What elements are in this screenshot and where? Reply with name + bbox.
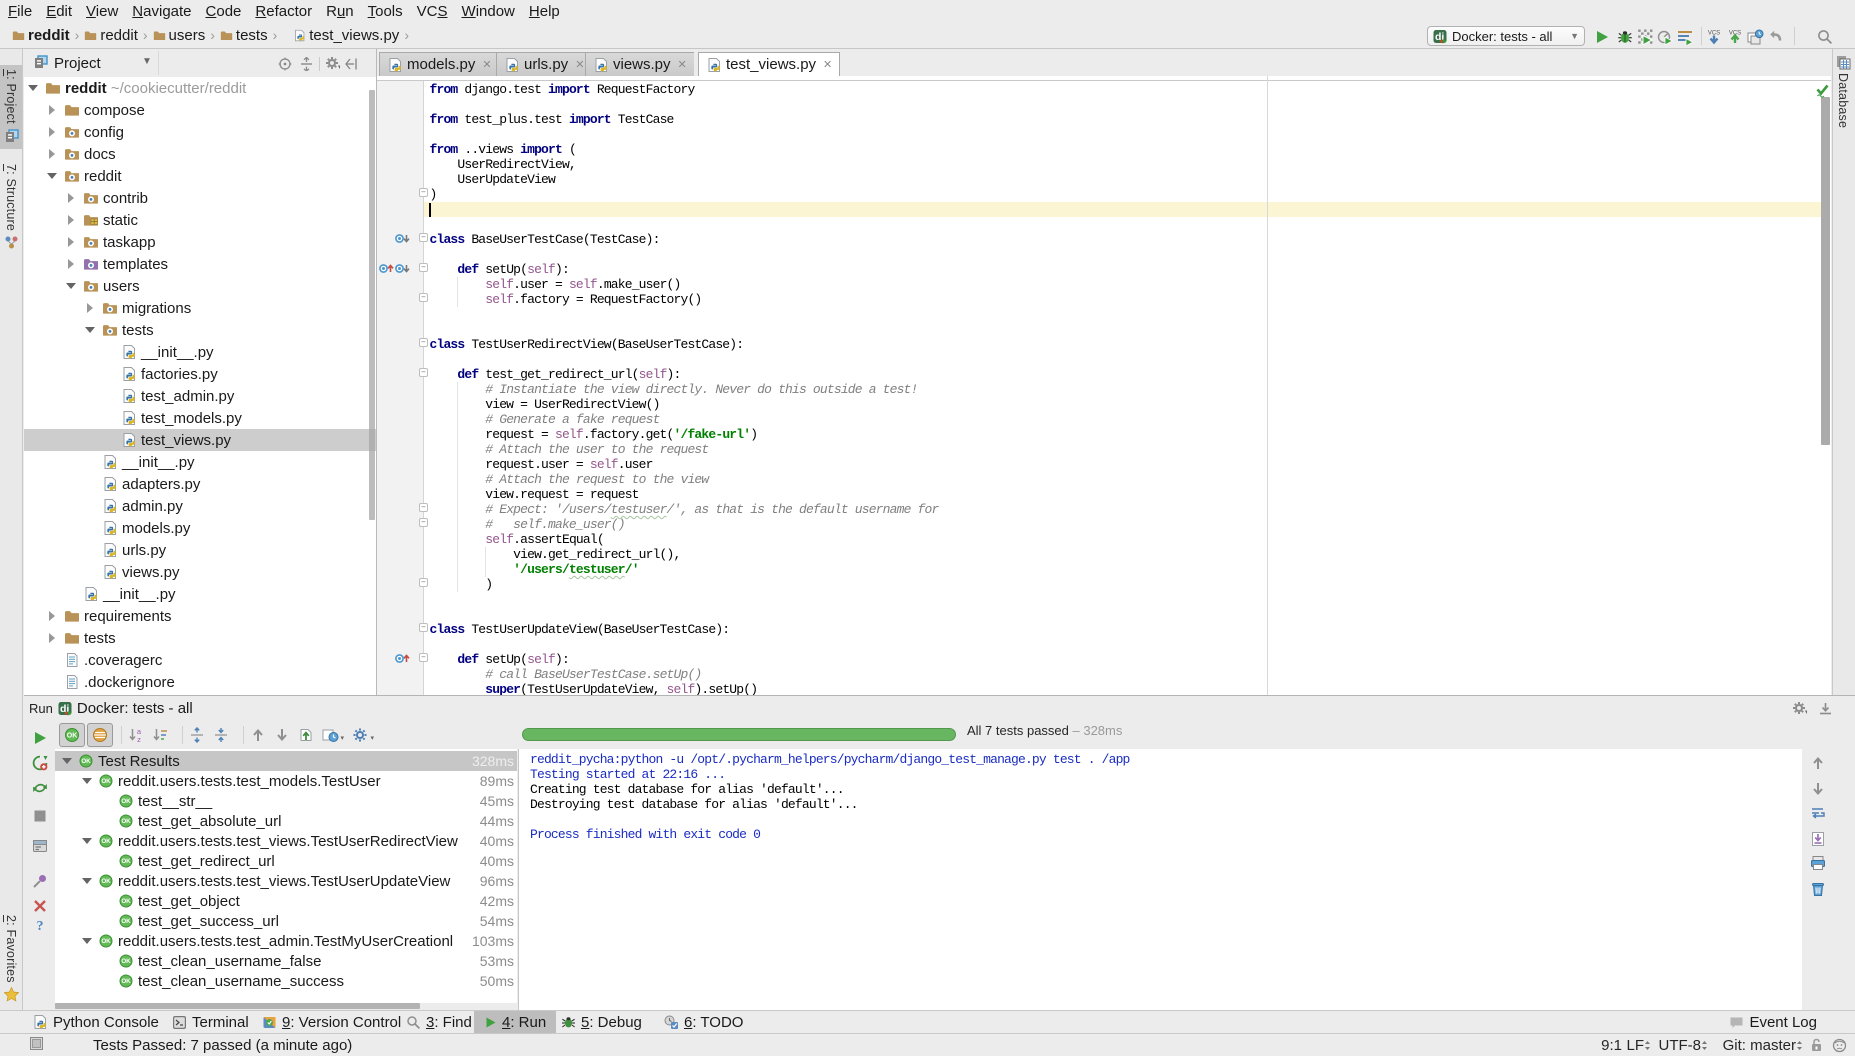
svg-text:▾: ▾ <box>341 735 345 742</box>
svg-text:▾: ▾ <box>338 64 340 71</box>
svg-text:?: ? <box>37 919 44 933</box>
svg-text:OK: OK <box>121 818 131 825</box>
svg-text:OK: OK <box>101 938 111 945</box>
svg-text:OK: OK <box>101 838 111 845</box>
svg-text:OK: OK <box>121 978 131 985</box>
svg-text:OK: OK <box>121 918 131 925</box>
svg-text:OK: OK <box>67 733 78 740</box>
svg-text:OK: OK <box>101 878 111 885</box>
svg-text:OK: OK <box>81 758 91 765</box>
svg-text:OK: OK <box>121 898 131 905</box>
svg-text:▾: ▾ <box>371 735 375 742</box>
svg-text:▾: ▾ <box>1805 709 1807 716</box>
svg-text:OK: OK <box>121 798 131 805</box>
svg-text:z: z <box>137 735 141 743</box>
svg-text:OK: OK <box>121 858 131 865</box>
svg-text:OK: OK <box>121 958 131 965</box>
svg-text:OK: OK <box>101 778 111 785</box>
